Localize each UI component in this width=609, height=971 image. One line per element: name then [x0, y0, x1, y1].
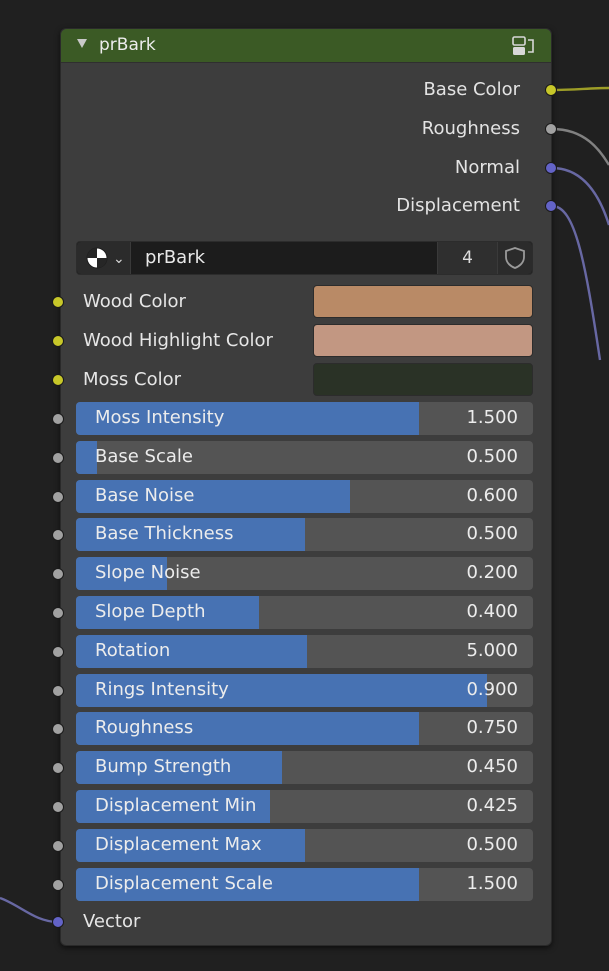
base-scale-slider[interactable]: Base Scale 0.500 [76, 441, 533, 474]
wood-highlight-color-swatch[interactable] [313, 324, 533, 357]
slider-value: 5.000 [466, 640, 518, 661]
base-noise-slider[interactable]: Base Noise 0.600 [76, 480, 533, 513]
link-normal [551, 166, 609, 226]
slider-value: 0.900 [466, 679, 518, 700]
slider-value: 0.200 [466, 562, 518, 583]
input-socket-base-scale[interactable] [52, 452, 64, 464]
browse-material-button[interactable]: ⌄ [77, 242, 131, 274]
input-socket-bump-strength[interactable] [52, 762, 64, 774]
link-vector [0, 896, 59, 924]
input-label-vector: Vector [83, 911, 141, 932]
input-socket-displacement-max[interactable] [52, 840, 64, 852]
input-socket-moss-color[interactable] [52, 374, 64, 386]
output-label-roughness: Roughness [421, 118, 520, 139]
slider-value: 0.500 [466, 523, 518, 544]
input-socket-slope-depth[interactable] [52, 607, 64, 619]
input-socket-wood-color[interactable] [52, 296, 64, 308]
slider-value: 1.500 [466, 873, 518, 894]
slider-label: Roughness [95, 717, 194, 738]
output-socket-roughness[interactable] [545, 123, 557, 135]
slider-label: Rotation [95, 640, 171, 661]
slider-value: 0.500 [466, 446, 518, 467]
slider-label: Moss Intensity [95, 407, 225, 428]
input-socket-base-thickness[interactable] [52, 529, 64, 541]
input-socket-rotation[interactable] [52, 646, 64, 658]
bump-strength-slider[interactable]: Bump Strength 0.450 [76, 751, 533, 784]
slider-label: Base Scale [95, 446, 193, 467]
input-socket-wood-highlight-color[interactable] [52, 335, 64, 347]
slider-value: 0.750 [466, 717, 518, 738]
node-title: prBark [99, 35, 156, 55]
input-socket-slope-noise[interactable] [52, 568, 64, 580]
moss-intensity-slider[interactable]: Moss Intensity 1.500 [76, 402, 533, 435]
output-label-displacement: Displacement [396, 195, 520, 216]
input-socket-moss-intensity[interactable] [52, 413, 64, 425]
slider-label: Slope Noise [95, 562, 201, 583]
roughness-slider[interactable]: Roughness 0.750 [76, 712, 533, 745]
output-label-base-color: Base Color [423, 79, 520, 100]
input-label-moss-color: Moss Color [83, 369, 182, 390]
displacement-max-slider[interactable]: Displacement Max 0.500 [76, 829, 533, 862]
wood-color-swatch[interactable] [313, 285, 533, 318]
slider-value: 0.600 [466, 485, 518, 506]
input-socket-rings-intensity[interactable] [52, 685, 64, 697]
base-thickness-slider[interactable]: Base Thickness 0.500 [76, 518, 533, 551]
node-group-icon[interactable] [511, 36, 537, 56]
slider-value: 0.450 [466, 756, 518, 777]
slider-label: Base Thickness [95, 523, 234, 544]
input-socket-base-noise[interactable] [52, 491, 64, 503]
material-sphere-icon [86, 247, 108, 269]
input-label-wood-highlight-color: Wood Highlight Color [83, 330, 273, 351]
link-base-color [551, 86, 609, 92]
slider-label: Displacement Min [95, 795, 257, 816]
slider-fill [76, 441, 97, 474]
displacement-min-slider[interactable]: Displacement Min 0.425 [76, 790, 533, 823]
output-socket-base-color[interactable] [545, 84, 557, 96]
moss-color-swatch[interactable] [313, 363, 533, 396]
user-count-button[interactable]: 4 [437, 242, 498, 274]
output-label-normal: Normal [454, 157, 520, 178]
displacement-scale-slider[interactable]: Displacement Scale 1.500 [76, 868, 533, 901]
link-displacement [551, 204, 602, 361]
input-socket-displacement-scale[interactable] [52, 879, 64, 891]
node-header[interactable]: prBark [61, 29, 551, 63]
slider-value: 0.500 [466, 834, 518, 855]
slider-value: 0.400 [466, 601, 518, 622]
slider-label: Base Noise [95, 485, 195, 506]
slider-value: 0.425 [466, 795, 518, 816]
material-name-field[interactable]: prBark [145, 247, 205, 268]
input-label-wood-color: Wood Color [83, 291, 186, 312]
slider-label: Displacement Scale [95, 873, 273, 894]
shield-icon [505, 247, 525, 269]
slider-label: Slope Depth [95, 601, 206, 622]
triangle-down-icon[interactable] [77, 39, 87, 48]
slider-label: Displacement Max [95, 834, 262, 855]
slider-label: Bump Strength [95, 756, 232, 777]
rotation-slider[interactable]: Rotation 5.000 [76, 635, 533, 668]
slider-label: Rings Intensity [95, 679, 229, 700]
link-roughness [551, 127, 609, 166]
output-socket-displacement[interactable] [545, 200, 557, 212]
output-socket-normal[interactable] [545, 162, 557, 174]
input-socket-roughness[interactable] [52, 723, 64, 735]
fake-user-button[interactable] [498, 242, 532, 274]
slope-depth-slider[interactable]: Slope Depth 0.400 [76, 596, 533, 629]
chevron-down-icon: ⌄ [113, 251, 125, 267]
slider-value: 1.500 [466, 407, 518, 428]
material-datablock-selector[interactable]: ⌄ prBark 4 [76, 241, 533, 275]
rings-intensity-slider[interactable]: Rings Intensity 0.900 [76, 674, 533, 707]
slope-noise-slider[interactable]: Slope Noise 0.200 [76, 557, 533, 590]
input-socket-vector[interactable] [52, 916, 64, 928]
input-socket-displacement-min[interactable] [52, 801, 64, 813]
